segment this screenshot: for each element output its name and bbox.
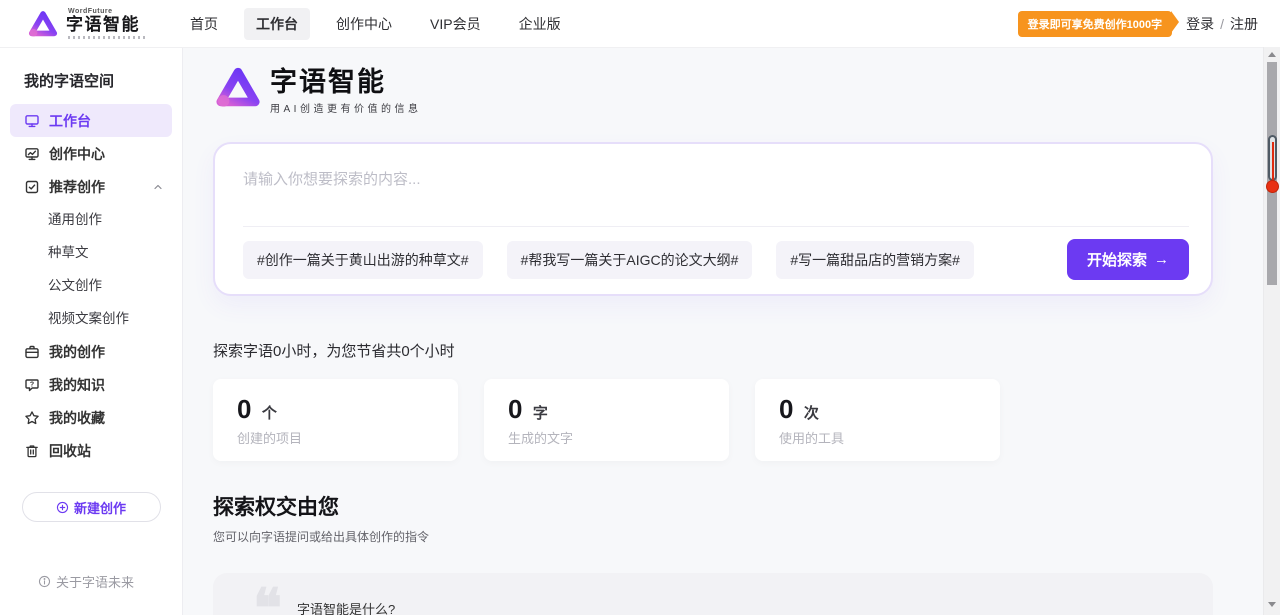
stat-card-projects: 0 个 创建的项目 — [213, 379, 458, 461]
suggestion-chip[interactable]: #写一篇甜品店的营销方案# — [776, 241, 974, 279]
chat-question-icon: ? — [24, 377, 40, 393]
section-subtitle: 您可以向字语提问或给出具体创作的指令 — [213, 528, 1213, 545]
hero-logo-icon — [215, 66, 261, 109]
nav-link-workbench[interactable]: 工作台 — [244, 8, 310, 40]
thermometer-icon[interactable] — [1265, 135, 1280, 193]
nav-link-home[interactable]: 首页 — [178, 8, 230, 40]
sidebar-title: 我的字语空间 — [0, 60, 182, 104]
search-card: #创作一篇关于黄山出游的种草文# #帮我写一篇关于AIGC的论文大纲# #写一篇… — [213, 142, 1213, 296]
svg-text:?: ? — [30, 381, 34, 388]
brand-slogan-dots — [68, 36, 146, 39]
prompt-examples-card: ❝ 字语智能是什么? 嘿，帮我创作一篇北京出游攻略 — [213, 573, 1213, 615]
sidebar-item-label: 我的知识 — [49, 375, 105, 395]
sidebar: 我的字语空间 工作台 创作中心 推荐创作 通用创作 种草文 公文创作 视频文案创 — [0, 48, 183, 615]
stat-label: 创建的项目 — [237, 428, 434, 447]
scrollbar[interactable] — [1263, 47, 1280, 615]
stat-card-tools: 0 次 使用的工具 — [755, 379, 1000, 461]
triangle-down-icon — [1268, 602, 1276, 607]
stat-cards: 0 个 创建的项目 0 字 生成的文字 0 次 — [213, 379, 1213, 461]
chevron-up-icon[interactable] — [152, 181, 164, 193]
stat-value: 0 — [779, 394, 793, 424]
stat-label: 使用的工具 — [779, 428, 976, 447]
suggestion-chip[interactable]: #创作一篇关于黄山出游的种草文# — [243, 241, 483, 279]
auth-separator: / — [1220, 16, 1224, 32]
sidebar-item-workbench[interactable]: 工作台 — [10, 104, 172, 137]
register-link[interactable]: 注册 — [1230, 14, 1258, 34]
sidebar-item-label: 我的创作 — [49, 342, 105, 362]
search-input[interactable] — [215, 144, 1211, 226]
info-circle-icon — [38, 575, 51, 588]
brand-name: 字语智能 — [66, 16, 146, 33]
stat-value: 0 — [508, 394, 522, 424]
sidebar-subitem-official-doc[interactable]: 公文创作 — [0, 269, 182, 302]
doc-check-icon — [24, 179, 40, 195]
sidebar-item-label: 推荐创作 — [49, 177, 105, 197]
nav-links: 首页 工作台 创作中心 VIP会员 企业版 — [178, 8, 573, 40]
triangle-up-icon — [1268, 52, 1276, 57]
stats-summary: 探索字语0小时，为您节省共0个小时 — [213, 340, 1213, 361]
arrow-right-icon: → — [1154, 251, 1169, 268]
sidebar-item-my-creations[interactable]: 我的创作 — [10, 335, 172, 368]
sidebar-item-my-knowledge[interactable]: ? 我的知识 — [10, 368, 172, 401]
sidebar-item-label: 我的收藏 — [49, 408, 105, 428]
search-suggestions-row: #创作一篇关于黄山出游的种草文# #帮我写一篇关于AIGC的论文大纲# #写一篇… — [243, 226, 1189, 294]
start-explore-button[interactable]: 开始探索 → — [1067, 239, 1189, 280]
monitor-icon — [24, 113, 40, 129]
section-title: 探索权交由您 — [213, 491, 1213, 521]
stat-unit: 次 — [804, 405, 819, 422]
nav-link-creation-center[interactable]: 创作中心 — [324, 8, 404, 40]
example-prompt[interactable]: 字语智能是什么? — [297, 599, 395, 615]
main-area: 字语智能 用AI创造更有价值的信息 #创作一篇关于黄山出游的种草文# #帮我写一… — [183, 48, 1280, 615]
about-link-label: 关于字语未来 — [56, 572, 134, 591]
stat-unit: 字 — [533, 405, 548, 422]
login-link[interactable]: 登录 — [1186, 14, 1214, 34]
brand[interactable]: WordFuture 字语智能 — [28, 8, 146, 39]
sidebar-item-label: 回收站 — [49, 441, 91, 461]
trash-icon — [24, 443, 40, 459]
brand-logo-icon — [28, 10, 58, 38]
scroll-up-button[interactable] — [1264, 47, 1280, 62]
sidebar-item-label: 工作台 — [49, 111, 91, 131]
auth-links: 登录 / 注册 — [1186, 14, 1258, 34]
brand-wordfuture-label: WordFuture — [68, 8, 146, 15]
sidebar-subitem-general-creation[interactable]: 通用创作 — [0, 203, 182, 236]
promo-badge[interactable]: 登录即可享免费创作1000字 — [1018, 11, 1172, 37]
suggestion-chip[interactable]: #帮我写一篇关于AIGC的论文大纲# — [507, 241, 753, 279]
sidebar-item-recycle-bin[interactable]: 回收站 — [10, 434, 172, 467]
sidebar-item-recommended[interactable]: 推荐创作 — [10, 170, 172, 203]
top-navbar: WordFuture 字语智能 首页 工作台 创作中心 VIP会员 企业版 登录… — [0, 0, 1280, 48]
sidebar-subitem-video-copywriting[interactable]: 视频文案创作 — [0, 302, 182, 335]
sidebar-item-creation-center[interactable]: 创作中心 — [10, 137, 172, 170]
sidebar-item-favorites[interactable]: 我的收藏 — [10, 401, 172, 434]
hero-tagline: 用AI创造更有价值的信息 — [270, 100, 421, 115]
new-creation-button[interactable]: 新建创作 — [22, 492, 161, 522]
scroll-down-button[interactable] — [1264, 597, 1280, 612]
star-icon — [24, 410, 40, 426]
hero: 字语智能 用AI创造更有价值的信息 — [215, 66, 1213, 114]
stat-unit: 个 — [262, 405, 277, 422]
quote-icon: ❝ — [253, 581, 282, 615]
nav-link-vip[interactable]: VIP会员 — [418, 8, 493, 40]
start-explore-label: 开始探索 — [1087, 249, 1147, 270]
sidebar-subitem-grass-article[interactable]: 种草文 — [0, 236, 182, 269]
nav-link-enterprise[interactable]: 企业版 — [507, 8, 573, 40]
stat-value: 0 — [237, 394, 251, 424]
about-link[interactable]: 关于字语未来 — [38, 572, 182, 591]
new-creation-label: 新建创作 — [74, 498, 126, 517]
briefcase-icon — [24, 344, 40, 360]
stat-label: 生成的文字 — [508, 428, 705, 447]
chart-monitor-icon — [24, 146, 40, 162]
plus-circle-icon — [56, 501, 69, 514]
hero-brand-name: 字语智能 — [270, 66, 421, 98]
sidebar-item-label: 创作中心 — [49, 144, 105, 164]
stat-card-words: 0 字 生成的文字 — [484, 379, 729, 461]
